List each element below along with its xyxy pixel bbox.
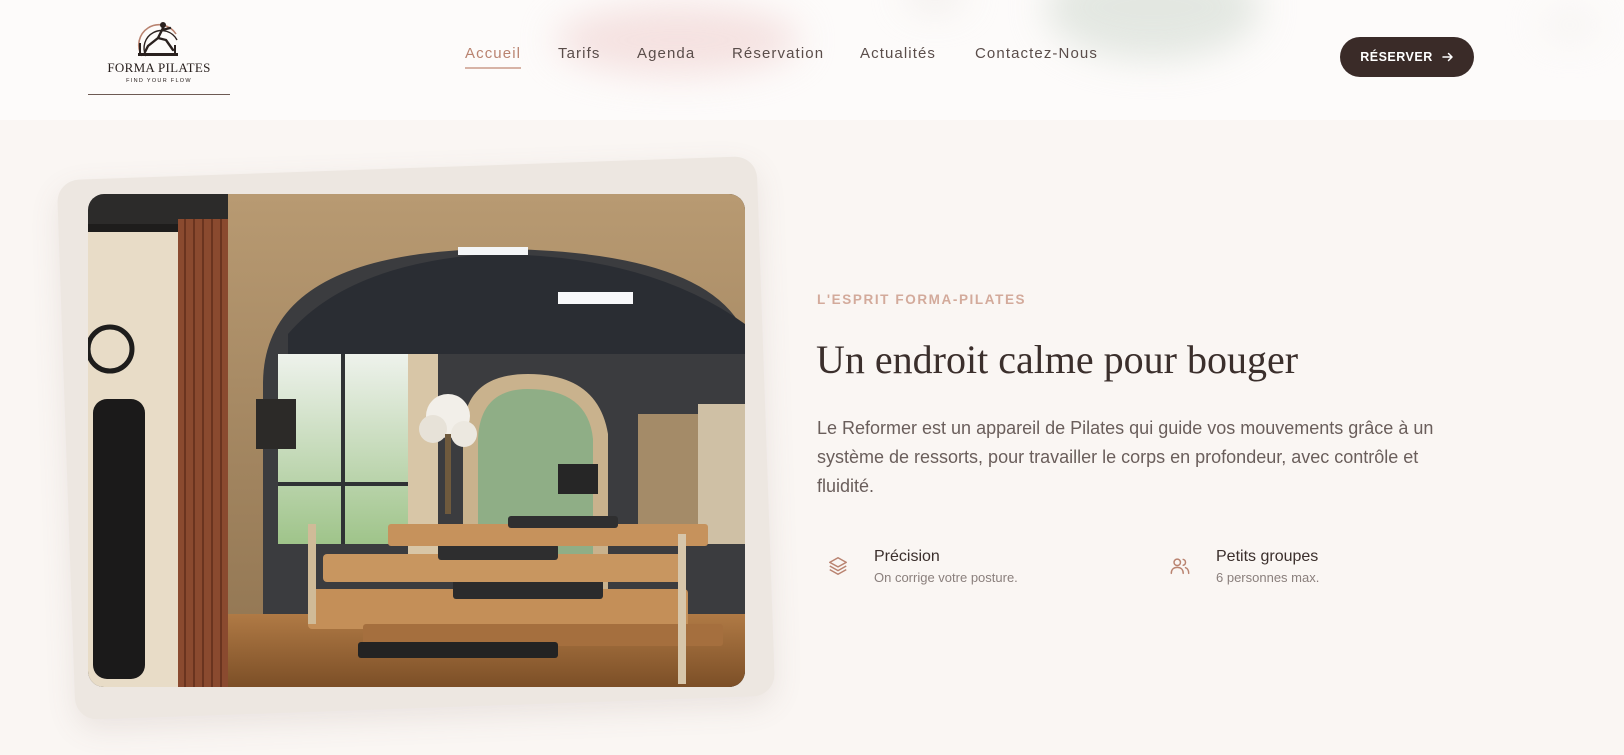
nav-item-contact[interactable]: Contactez-Nous xyxy=(975,45,1098,62)
feature-precision: Précision On corrige votre posture. xyxy=(817,545,1077,589)
site-header: FORMA PILATES FIND YOUR FLOW Accueil Tar… xyxy=(0,0,1624,120)
section-headline: Un endroit calme pour bouger xyxy=(816,337,1299,382)
logo-divider xyxy=(88,94,230,95)
nav-item-tarifs[interactable]: Tarifs xyxy=(558,45,600,62)
nav-item-accueil[interactable]: Accueil xyxy=(465,45,522,69)
arrow-right-icon xyxy=(1442,52,1453,62)
site-logo[interactable]: FORMA PILATES FIND YOUR FLOW xyxy=(88,16,230,102)
decorative-blob xyxy=(555,5,800,75)
nav-item-actualites[interactable]: Actualités xyxy=(860,45,936,62)
pilates-figure-icon xyxy=(137,22,178,57)
nav-item-agenda[interactable]: Agenda xyxy=(637,45,695,62)
section-eyebrow: L'ESPRIT FORMA-PILATES xyxy=(817,292,1027,307)
feature-small-groups: Petits groupes 6 personnes max. xyxy=(1159,545,1419,589)
logo-name: FORMA PILATES xyxy=(107,60,211,75)
section-description: Le Reformer est un appareil de Pilates q… xyxy=(817,418,1434,496)
logo-tagline: FIND YOUR FLOW xyxy=(126,78,192,84)
feature-title: Petits groupes xyxy=(1216,548,1319,565)
studio-photo xyxy=(88,194,745,687)
decorative-blob xyxy=(905,0,965,10)
decorative-blob xyxy=(1540,10,1600,40)
layers-icon xyxy=(829,557,847,575)
feature-subtitle: 6 personnes max. xyxy=(1216,570,1320,585)
users-icon xyxy=(1170,558,1190,575)
reserve-button[interactable]: RÉSERVER xyxy=(1340,37,1474,77)
nav-item-reservation[interactable]: Réservation xyxy=(732,45,824,62)
feature-subtitle: On corrige votre posture. xyxy=(874,570,1018,585)
feature-title: Précision xyxy=(874,548,940,565)
reserve-button-label: RÉSERVER xyxy=(1360,50,1433,64)
